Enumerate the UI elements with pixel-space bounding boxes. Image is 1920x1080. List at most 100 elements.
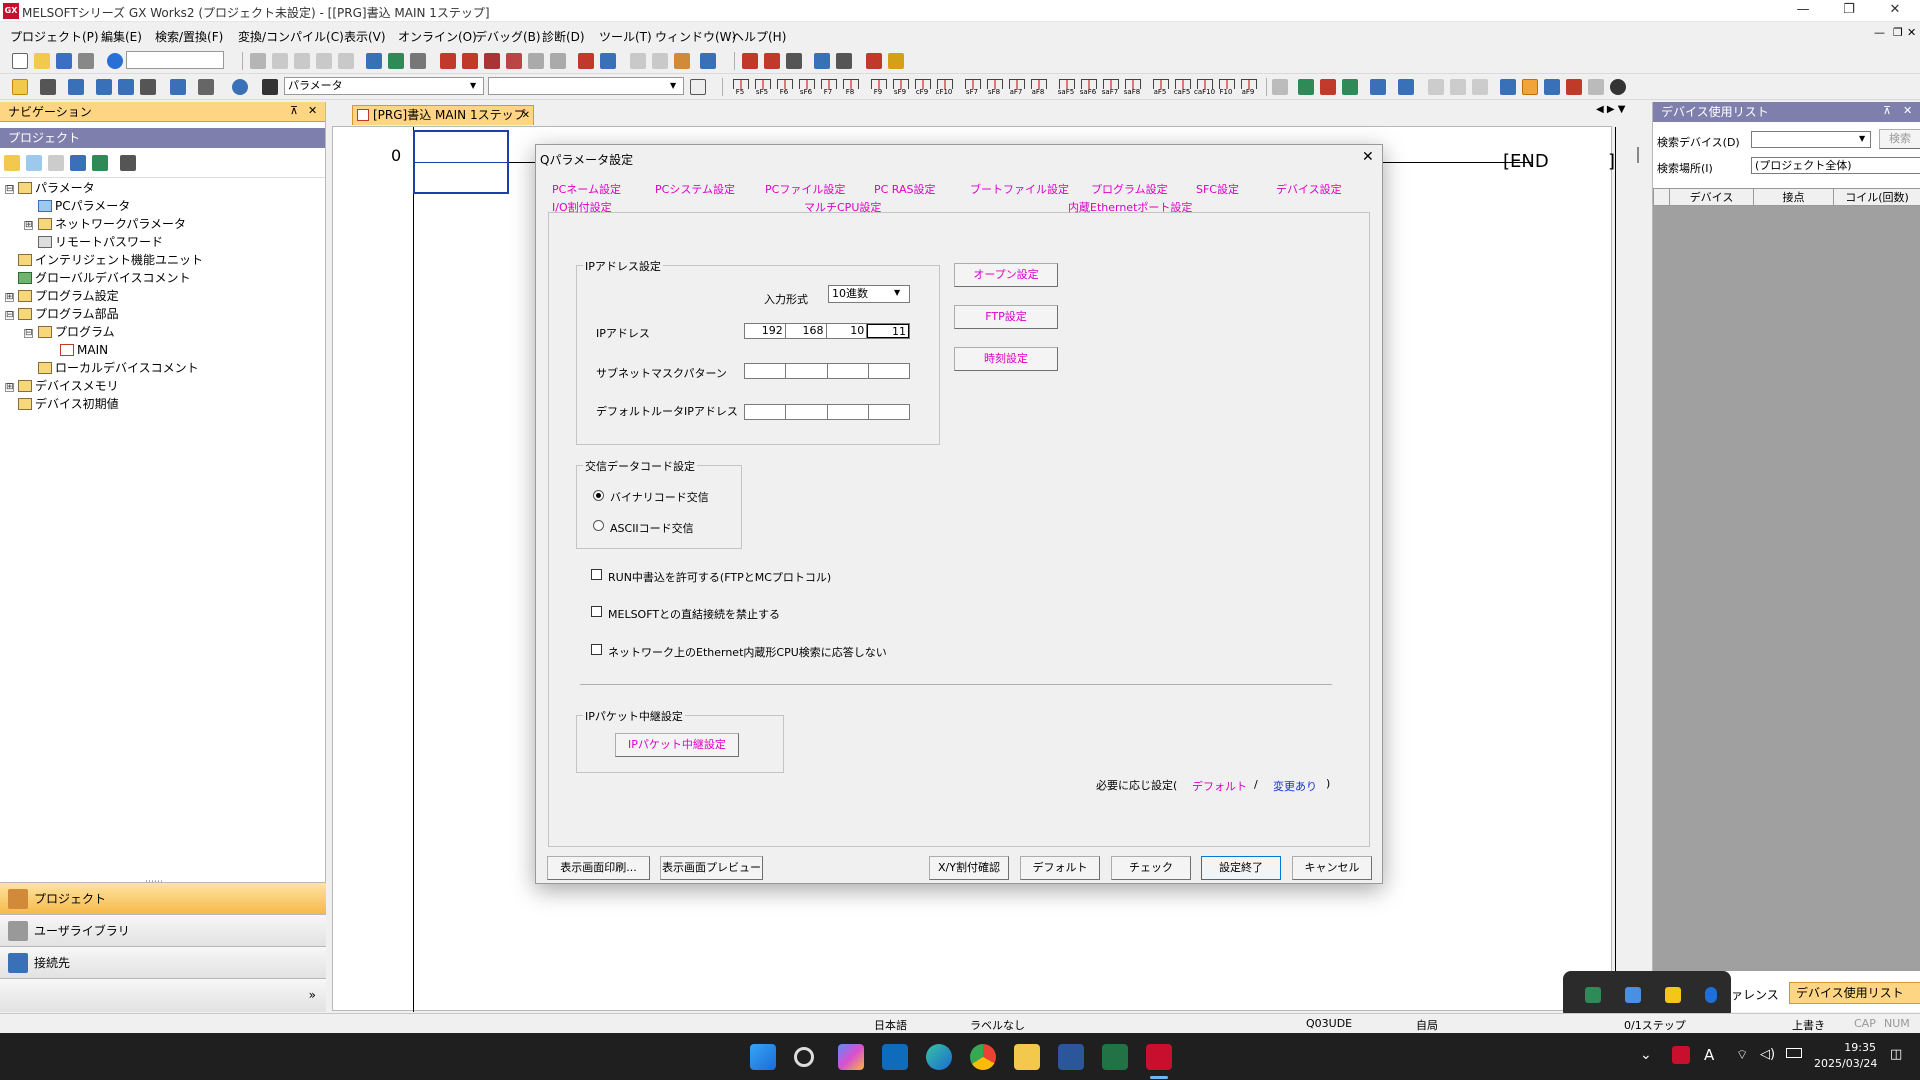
convert-icon[interactable] [1298, 79, 1314, 95]
finish-button[interactable]: 設定終了 [1201, 856, 1281, 880]
monitor-all-icon[interactable] [484, 53, 500, 69]
search-icon[interactable] [794, 1047, 814, 1067]
fkey-f9[interactable]: F9 [868, 78, 888, 98]
word-icon[interactable] [1058, 1044, 1084, 1070]
copy-item-icon[interactable] [26, 155, 42, 171]
monitor-icon[interactable] [1370, 79, 1386, 95]
chevron-down-icon[interactable]: ▼ [470, 81, 476, 90]
xy-assignment-button[interactable]: X/Y割付確認 [929, 856, 1009, 880]
print-preview-icon[interactable] [1428, 79, 1444, 95]
info-icon[interactable] [232, 79, 248, 95]
simulation-dev-icon[interactable] [600, 53, 616, 69]
column-device[interactable]: デバイス [1670, 189, 1754, 205]
search-icon[interactable] [1544, 79, 1560, 95]
property-icon[interactable] [70, 155, 86, 171]
chevron-down-icon[interactable]: ▼ [1859, 134, 1865, 143]
list-icon[interactable] [630, 53, 646, 69]
print-screen-button[interactable]: 表示画面印刷... [547, 856, 650, 880]
tree-item-remote-password[interactable]: リモートパスワード [38, 234, 163, 250]
ip-relay-button[interactable]: IPパケット中継設定 [615, 733, 739, 757]
layout-active-icon[interactable] [1522, 79, 1538, 95]
convert2-icon[interactable] [1320, 79, 1336, 95]
new-item-icon[interactable] [4, 155, 20, 171]
file-explorer-icon[interactable] [1014, 1044, 1040, 1070]
tab-program[interactable]: プログラム設定 [1091, 181, 1168, 197]
simulation-start-icon[interactable] [578, 53, 594, 69]
fkey-f5[interactable]: F5 [730, 78, 750, 98]
comment-icon[interactable] [1272, 79, 1288, 95]
copilot-icon[interactable] [838, 1044, 864, 1070]
open-setting-button[interactable]: オープン設定 [954, 263, 1058, 287]
tree-item-program[interactable]: プログラム [38, 324, 115, 340]
gx-works-icon[interactable] [1146, 1044, 1172, 1070]
ip-octet-1[interactable]: 192 [745, 324, 786, 338]
screen-icon[interactable] [700, 53, 716, 69]
fkey-cf10[interactable]: cF10 [934, 78, 954, 98]
ladder2-icon[interactable] [764, 53, 780, 69]
monitor-write-icon[interactable] [506, 53, 522, 69]
check-button[interactable]: チェック [1111, 856, 1191, 880]
menu-help[interactable]: ヘルプ(H) [732, 28, 786, 45]
chrome-icon[interactable] [970, 1044, 996, 1070]
layout-icon[interactable] [1500, 79, 1516, 95]
column-contact[interactable]: 接点 [1754, 189, 1834, 205]
clear-icon[interactable] [1566, 79, 1582, 95]
close-icon[interactable]: ✕ [1872, 0, 1918, 22]
fkey-sf6[interactable]: sF6 [796, 78, 816, 98]
search-place-input[interactable]: (プロジェクト全体) [1751, 157, 1920, 174]
pin-icon[interactable]: ⊼ [1883, 104, 1891, 117]
ime-indicator[interactable]: A [1704, 1046, 1714, 1064]
fkey-caf5[interactable]: caF5 [1172, 78, 1192, 98]
menu-tools[interactable]: ツール(T) [599, 28, 652, 45]
nav-more[interactable]: » [0, 978, 326, 1012]
pin-icon[interactable]: ⊼ [290, 104, 298, 117]
settings-icon[interactable] [120, 155, 136, 171]
tree-item-device-initial[interactable]: デバイス初期値 [18, 396, 119, 412]
monitor-mode-icon[interactable] [528, 53, 544, 69]
monitor2-icon[interactable] [1398, 79, 1414, 95]
find-icon[interactable] [198, 79, 214, 95]
tree-item-program-parts[interactable]: プログラム部品 [18, 306, 119, 322]
subnet-mask-field[interactable] [744, 363, 910, 379]
navigation-close-icon[interactable]: ✕ [308, 104, 317, 117]
dialog-close-icon[interactable]: ✕ [1362, 149, 1374, 165]
fkey-sf8[interactable]: sF8 [984, 78, 1004, 98]
maximize-icon[interactable]: ❐ [1826, 0, 1872, 22]
notification-icon[interactable]: ◫ [1890, 1047, 1902, 1062]
monitor-start-icon[interactable] [440, 53, 456, 69]
navigation-toggle-icon[interactable] [12, 79, 28, 95]
mdi-minimize-icon[interactable]: — [1874, 26, 1885, 39]
clock-date[interactable]: 2025/03/24 [1814, 1057, 1877, 1070]
tree-item-intelligent-unit[interactable]: インテリジェント機能ユニット [18, 252, 203, 268]
tree-expander[interactable]: ⊟ [5, 185, 14, 194]
devlist-close-icon[interactable]: ✕ [1903, 104, 1912, 117]
preview-button[interactable]: 表示画面プレビュー [660, 856, 763, 880]
transfer-icon[interactable] [814, 53, 830, 69]
fkey-af9[interactable]: aF9 [1238, 78, 1258, 98]
tab-device[interactable]: デバイス設定 [1276, 181, 1342, 197]
window-icon[interactable] [674, 53, 690, 69]
read-plc-icon[interactable] [366, 53, 382, 69]
run-write-checkbox[interactable] [591, 569, 602, 580]
menu-edit[interactable]: 編集(E) [101, 28, 142, 45]
tree-item-network-parameter[interactable]: ネットワークパラメータ [38, 216, 186, 232]
menu-diagnostics[interactable]: 診断(D) [542, 28, 585, 45]
fkey-f8[interactable]: F8 [840, 78, 860, 98]
menu-debug[interactable]: デバッグ(B) [475, 28, 541, 45]
fkey-af8[interactable]: aF8 [1028, 78, 1048, 98]
redo-icon[interactable] [338, 53, 354, 69]
column-coil[interactable]: コイル(回数) [1834, 189, 1920, 205]
list2-icon[interactable] [652, 53, 668, 69]
fkey-sf5[interactable]: sF5 [752, 78, 772, 98]
mdi-close-icon[interactable]: ✕ [1907, 26, 1916, 39]
fkey-af5[interactable]: aF5 [1150, 78, 1170, 98]
default-router-field[interactable] [744, 404, 910, 420]
nav-button-connection[interactable]: 接続先 [0, 946, 326, 978]
tray-chevron-icon[interactable]: ⌄ [1640, 1047, 1652, 1063]
print-icon[interactable] [78, 53, 94, 69]
search-combo-2[interactable] [488, 77, 684, 95]
app-tray-icon[interactable] [1585, 987, 1601, 1003]
fkey-af7[interactable]: aF7 [1006, 78, 1026, 98]
edge-icon[interactable] [926, 1044, 952, 1070]
chevron-down-icon[interactable]: ▼ [670, 81, 676, 90]
